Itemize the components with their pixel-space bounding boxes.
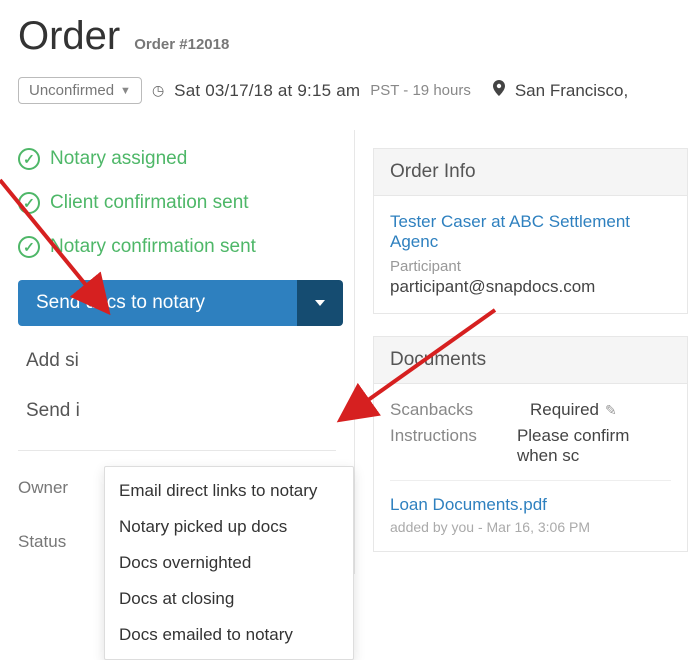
progress-step-label: Client confirmation sent xyxy=(50,192,249,214)
progress-step-label: Notary assigned xyxy=(50,148,187,170)
send-docs-label: Send docs to notary xyxy=(36,292,205,314)
scanbacks-value: Required xyxy=(530,400,599,420)
documents-card: Documents Scanbacks Required ✎ Instructi… xyxy=(373,336,688,552)
client-link[interactable]: Tester Caser at ABC Settlement Agenc xyxy=(390,212,671,252)
scanbacks-label: Scanbacks xyxy=(390,400,490,420)
order-info-header: Order Info xyxy=(374,149,687,196)
add-signer-action[interactable]: Add si xyxy=(18,350,354,372)
clock-icon: ◷ xyxy=(152,82,164,99)
order-datetime: Sat 03/17/18 at 9:15 am xyxy=(174,81,360,101)
instructions-value: Please confirm when sc xyxy=(517,426,671,466)
status-pill[interactable]: Unconfirmed ▼ xyxy=(18,77,142,104)
dropdown-item-email-links[interactable]: Email direct links to notary xyxy=(105,473,353,509)
progress-step-client-confirmation: ✓ Client confirmation sent xyxy=(18,192,354,214)
chevron-down-icon xyxy=(315,300,325,306)
dropdown-item-notary-picked-up[interactable]: Notary picked up docs xyxy=(105,509,353,545)
order-location: San Francisco, xyxy=(515,81,628,101)
dropdown-item-docs-emailed[interactable]: Docs emailed to notary xyxy=(105,617,353,653)
documents-header: Documents xyxy=(374,337,687,384)
instructions-label: Instructions xyxy=(390,426,477,466)
status-label: Status xyxy=(18,532,88,552)
progress-step-notary-assigned: ✓ Notary assigned xyxy=(18,148,354,170)
progress-step-label: Notary confirmation sent xyxy=(50,236,256,258)
send-invite-action[interactable]: Send i xyxy=(18,400,354,422)
location-pin-icon xyxy=(493,80,505,101)
send-docs-button[interactable]: Send docs to notary xyxy=(18,280,343,326)
check-circle-icon: ✓ xyxy=(18,236,40,258)
send-docs-main[interactable]: Send docs to notary xyxy=(18,280,297,326)
send-docs-dropdown[interactable]: Email direct links to notary Notary pick… xyxy=(104,466,354,660)
check-circle-icon: ✓ xyxy=(18,192,40,214)
document-file-meta: added by you - Mar 16, 3:06 PM xyxy=(390,519,671,535)
page-title: Order xyxy=(18,14,120,59)
document-file-link[interactable]: Loan Documents.pdf xyxy=(390,495,671,515)
dropdown-item-docs-overnighted[interactable]: Docs overnighted xyxy=(105,545,353,581)
participant-email: participant@snapdocs.com xyxy=(390,277,671,297)
owner-label: Owner xyxy=(18,478,88,498)
order-number: Order #12018 xyxy=(134,36,229,53)
timezone-relative: PST - 19 hours xyxy=(370,82,471,99)
send-docs-caret[interactable] xyxy=(297,280,343,326)
status-pill-label: Unconfirmed xyxy=(29,82,114,99)
participant-label: Participant xyxy=(390,258,671,275)
chevron-down-icon: ▼ xyxy=(120,85,131,97)
order-info-card: Order Info Tester Caser at ABC Settlemen… xyxy=(373,148,688,314)
dropdown-item-docs-at-closing[interactable]: Docs at closing xyxy=(105,581,353,617)
progress-step-notary-confirmation: ✓ Notary confirmation sent xyxy=(18,236,354,258)
divider xyxy=(18,450,336,451)
check-circle-icon: ✓ xyxy=(18,148,40,170)
pencil-icon[interactable]: ✎ xyxy=(605,402,617,419)
